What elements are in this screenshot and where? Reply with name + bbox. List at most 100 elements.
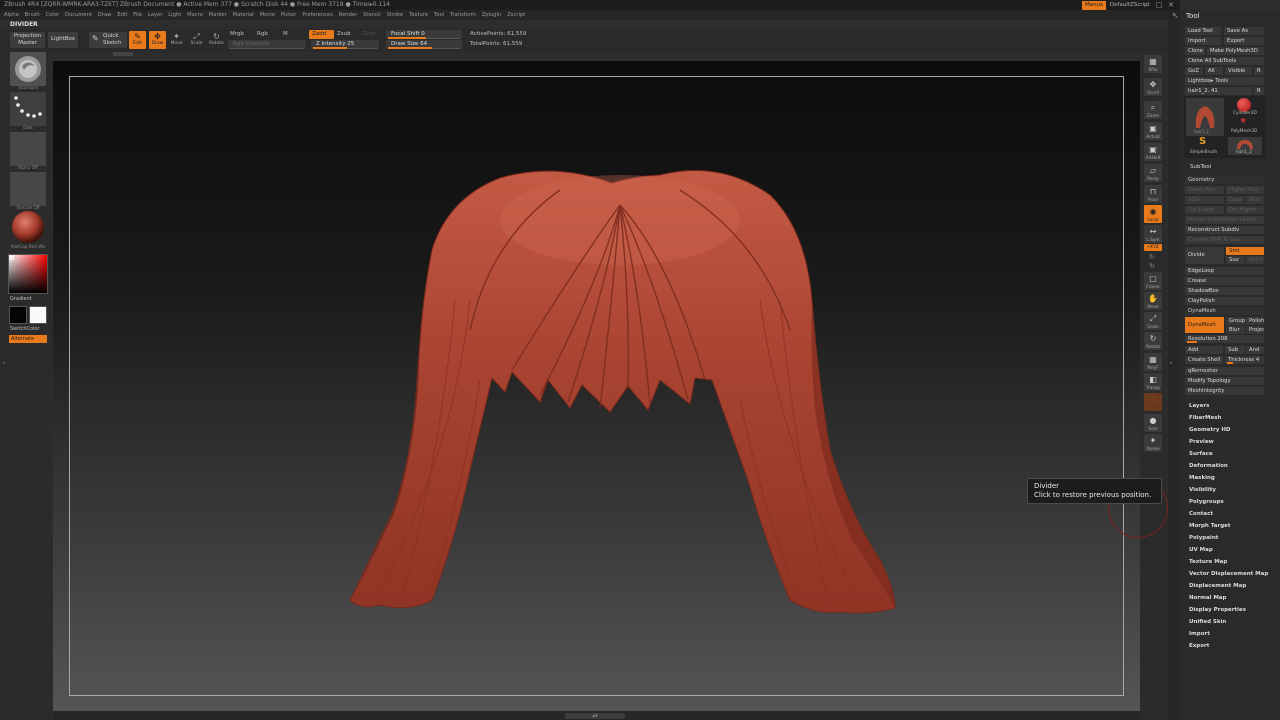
zcut-button[interactable]: Zcut xyxy=(363,31,375,37)
simplebrush-icon[interactable]: S xyxy=(1199,137,1206,147)
surface-subpalette[interactable]: Surface xyxy=(1189,451,1213,457)
menu-macro[interactable]: Macro xyxy=(187,10,203,20)
rgb-button[interactable]: Rgb xyxy=(257,31,268,37)
menu-light[interactable]: Light xyxy=(168,10,181,20)
bottom-tray-handle[interactable]: ▴▾ xyxy=(565,713,625,719)
contact-subpalette[interactable]: Contact xyxy=(1189,511,1213,517)
lightbox-button[interactable]: LightBox xyxy=(48,32,78,48)
reconstruct-subdiv-button[interactable]: Reconstruct Subdiv xyxy=(1185,226,1264,234)
aahalf-button[interactable]: ▣ AAHalf xyxy=(1144,143,1162,161)
rotate-lock-icon[interactable]: ↻ xyxy=(1149,253,1155,261)
suv-toggle[interactable]: Suv xyxy=(1226,256,1245,264)
subtool-subpalette[interactable]: SubTool xyxy=(1190,164,1211,170)
projection-master-button[interactable]: Projection Master xyxy=(10,32,45,48)
rgb-intensity-slider[interactable]: Rgb Intensity xyxy=(228,40,306,49)
draw-mode-button[interactable]: ✥ Draw xyxy=(149,31,166,49)
clone-all-subtools-button[interactable]: Clone All SubTools xyxy=(1185,57,1264,65)
alternate-button[interactable]: Alternate xyxy=(9,335,47,343)
menu-tool[interactable]: Tool xyxy=(434,10,444,20)
divide-button[interactable]: Divide xyxy=(1185,247,1224,264)
crease-subpalette[interactable]: Crease xyxy=(1185,277,1264,285)
floor-button[interactable]: ⊓ Floor xyxy=(1144,185,1162,203)
menu-stencil[interactable]: Stencil xyxy=(363,10,381,20)
goz-visible-button[interactable]: Visible xyxy=(1225,67,1252,75)
sub-button[interactable]: Sub xyxy=(1225,346,1245,354)
alpha-thumbnail[interactable] xyxy=(10,132,46,166)
document-canvas[interactable] xyxy=(69,76,1124,696)
lsym-button[interactable]: ↔ L.Sym xyxy=(1144,225,1162,243)
zadd-button[interactable]: Zadd xyxy=(309,30,334,39)
menu-material[interactable]: Material xyxy=(233,10,254,20)
goz-button[interactable]: GoZ xyxy=(1185,67,1203,75)
shadowbox-subpalette[interactable]: ShadowBox xyxy=(1185,287,1264,295)
switch-color-button[interactable]: SwitchColor xyxy=(10,326,40,332)
scale-mode-button[interactable]: ⤢ Scale xyxy=(188,31,205,49)
del-lower-button[interactable]: Del Lower xyxy=(1185,206,1224,214)
goz-all-button[interactable]: All xyxy=(1205,67,1223,75)
scroll-button[interactable]: ✥ Scroll xyxy=(1144,78,1162,96)
brush-thumbnail[interactable] xyxy=(10,52,46,86)
meshintegrity-subpalette[interactable]: MeshIntegrity xyxy=(1185,387,1264,395)
palette-pin-icon[interactable]: ↖ xyxy=(1172,11,1179,20)
mrgb-button[interactable]: Mrgb xyxy=(230,31,244,37)
vector-displacement-map-subpalette[interactable]: Vector Displacement Map xyxy=(1189,571,1268,577)
stroke-thumbnail[interactable] xyxy=(10,92,46,126)
rotate-view-button[interactable]: ↻ Rotate xyxy=(1144,332,1162,350)
menu-brush[interactable]: Brush xyxy=(25,10,40,20)
z-intensity-slider[interactable]: Z Intensity 25 xyxy=(311,40,379,49)
move-mode-button[interactable]: ✦ Move xyxy=(168,31,185,49)
color-picker[interactable] xyxy=(8,254,48,294)
unified-skin-subpalette[interactable]: Unified Skin xyxy=(1189,619,1226,625)
xpose-button[interactable]: ✦ Xpose xyxy=(1144,434,1162,452)
secondary-color-swatch[interactable] xyxy=(29,306,47,324)
thickness-slider[interactable]: Thickness 4 xyxy=(1225,356,1264,364)
deformation-subpalette[interactable]: Deformation xyxy=(1189,463,1228,469)
preview-subpalette[interactable]: Preview xyxy=(1189,439,1214,445)
polypaint-subpalette[interactable]: Polypaint xyxy=(1189,535,1218,541)
menu-draw[interactable]: Draw xyxy=(98,10,112,20)
resolution-slider[interactable]: Resolution 208 xyxy=(1185,335,1264,343)
geometry-hd-subpalette[interactable]: Geometry HD xyxy=(1189,427,1231,433)
freeze-subdiv-button[interactable]: Freeze SubDivision Levels xyxy=(1185,216,1264,224)
cylinder3d-icon[interactable] xyxy=(1237,98,1251,112)
menu-edit[interactable]: Edit xyxy=(117,10,127,20)
lightbox-tools-button[interactable]: Lightbox▸ Tools xyxy=(1185,77,1264,85)
menu-preferences[interactable]: Preferences xyxy=(302,10,333,20)
texture-thumbnail[interactable] xyxy=(10,172,46,206)
claypolish-subpalette[interactable]: ClayPolish xyxy=(1185,297,1264,305)
menu-file[interactable]: File xyxy=(133,10,142,20)
morph-target-subpalette[interactable]: Morph Target xyxy=(1189,523,1231,529)
polymesh3d-icon[interactable]: ✶ xyxy=(1239,117,1247,127)
current-tool-r-button[interactable]: R xyxy=(1254,87,1264,95)
convert-bpr-button[interactable]: Convert BPR To Geo xyxy=(1185,236,1264,244)
tool-palette-title[interactable]: Tool xyxy=(1186,12,1200,20)
higher-res-button[interactable]: Higher Res xyxy=(1226,186,1264,194)
polish-toggle[interactable]: Polish xyxy=(1246,317,1264,325)
import-tool-button[interactable]: Import xyxy=(1185,37,1221,45)
cage-button[interactable]: Cage xyxy=(1226,196,1245,204)
menu-movie[interactable]: Movie xyxy=(260,10,275,20)
local-button[interactable]: ◉ Local xyxy=(1144,205,1162,223)
menu-alpha[interactable]: Alpha xyxy=(4,10,19,20)
goz-r-button[interactable]: R xyxy=(1254,67,1264,75)
menu-zscript[interactable]: Zscript xyxy=(507,10,525,20)
layers-subpalette[interactable]: Layers xyxy=(1189,403,1209,409)
m-button[interactable]: M xyxy=(283,31,288,37)
current-tool-slider[interactable]: hair1_2. 41 xyxy=(1185,87,1252,95)
menus-button[interactable]: Menus xyxy=(1082,1,1106,10)
minimize-icon[interactable]: – xyxy=(1143,1,1151,9)
qremesher-subpalette[interactable]: qRemesher xyxy=(1185,367,1264,375)
close-icon[interactable]: ✕ xyxy=(1167,1,1175,9)
maximize-icon[interactable]: □ xyxy=(1155,1,1163,9)
visibility-subpalette[interactable]: Visibility xyxy=(1189,487,1216,493)
persp-button[interactable]: ▱ Persp xyxy=(1144,164,1162,182)
menu-transform[interactable]: Transform xyxy=(450,10,476,20)
dynamesh-button[interactable]: DynaMesh xyxy=(1185,317,1224,333)
rotate-mode-button[interactable]: ↻ Rotate xyxy=(208,31,225,49)
viewport-top-handle[interactable] xyxy=(113,52,133,56)
edgeloop-subpalette[interactable]: EdgeLoop xyxy=(1185,267,1264,275)
zsub-button[interactable]: Zsub xyxy=(337,31,351,37)
reuv-toggle[interactable]: ReUV xyxy=(1246,256,1264,264)
move-view-button[interactable]: ✋ Move xyxy=(1144,292,1162,310)
del-higher-button[interactable]: Del Higher xyxy=(1226,206,1264,214)
